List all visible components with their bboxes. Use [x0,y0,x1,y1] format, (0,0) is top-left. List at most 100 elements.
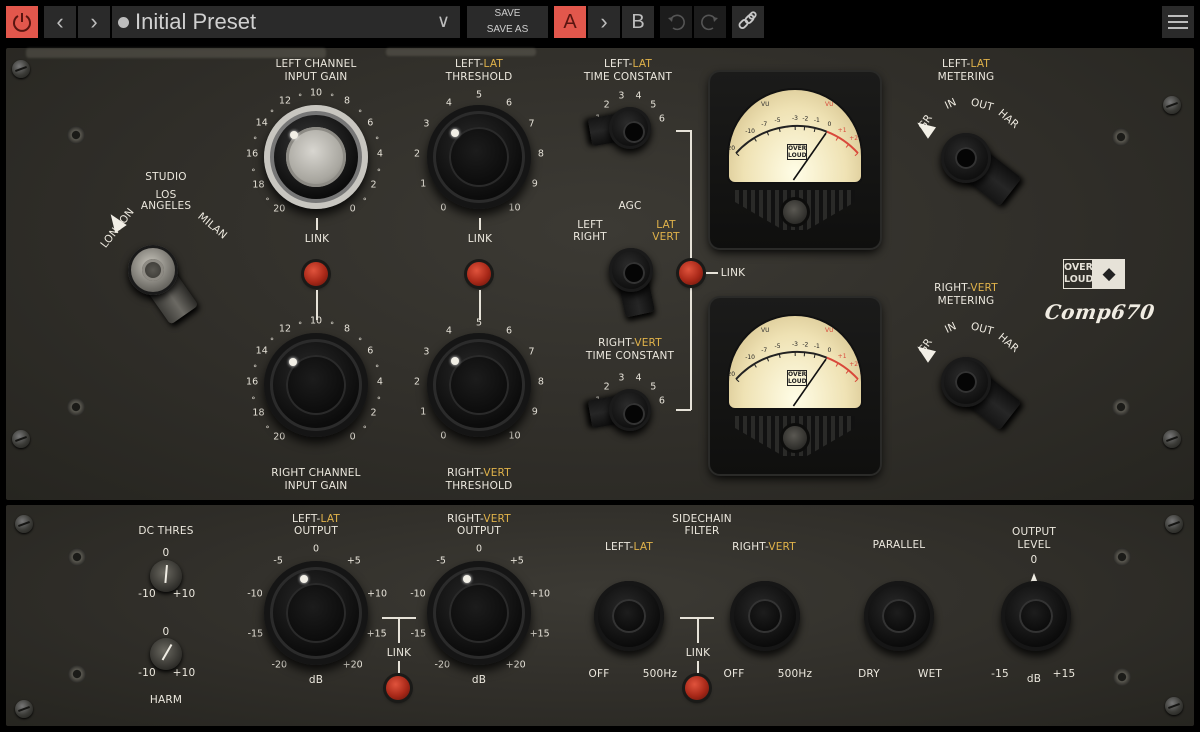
scale-tick-label: 4 [376,376,383,388]
knob-cap [882,599,916,633]
scale-tick-label: 7 [528,118,535,130]
scale-tick-label: 4 [635,90,642,102]
selector-hub [941,357,991,407]
power-button[interactable] [6,6,38,38]
ab-slot-a-button[interactable]: A [554,6,586,38]
studio-option-los-angeles-line2[interactable]: ANGELES [141,200,191,213]
hamburger-menu-icon [1168,15,1188,29]
agc-selector[interactable] [606,245,656,318]
scale-tick-label: 9 [531,178,538,190]
sidechain-left-knob[interactable] [594,581,664,651]
title-prefix: RIGHT- [934,282,971,294]
harm-min-label: -10 [138,667,156,679]
link-channels-button[interactable] [732,6,764,38]
vu-tick-mark [735,152,740,157]
left-output-knob[interactable] [264,561,368,665]
right-output-knob[interactable] [427,561,531,665]
redo-button[interactable] [694,6,726,38]
right-input-gain-knob[interactable] [264,333,368,437]
scale-tick-label: +20 [505,659,526,671]
output-link-label: LINK [386,647,412,659]
vu-tick-mark [753,137,757,142]
harm-trim-knob[interactable] [150,638,182,670]
main-menu-button[interactable] [1162,6,1194,38]
selector-hub [941,133,991,183]
meter-link-button[interactable] [679,261,703,285]
right-threshold-knob[interactable] [427,333,531,437]
left-time-constant-title: LEFT-LAT [604,58,652,71]
save-button[interactable]: SAVE [495,6,521,22]
panel-bolt [68,548,86,566]
studio-selector-knob[interactable] [104,210,199,325]
right-output-subtitle: OUTPUT [457,525,501,537]
right-metering-selector[interactable] [913,340,1022,431]
vu-tick-label: +3 [859,371,863,378]
scale-tick-label: +10 [530,588,551,600]
scale-dot: ∘ [362,194,368,204]
sidechain-link-button[interactable] [685,676,709,700]
output-level-subtitle: LEVEL [1017,539,1051,551]
next-preset-button[interactable]: › [78,6,110,38]
link-line [316,218,318,230]
vu-unit-label: VU [761,327,770,334]
scale-tick-label: 6 [506,97,513,109]
preset-selector[interactable]: Initial Preset ∨ [112,6,460,38]
scale-tick-label: 0 [312,543,320,555]
threshold-link-label: LINK [467,233,493,245]
input-gain-link-button[interactable] [304,262,328,286]
scale-dot: ∘ [376,165,382,175]
panel-screw [1165,697,1183,715]
scale-tick-label: 0 [440,202,447,214]
save-as-button[interactable]: SAVE AS [487,22,529,38]
threshold-link-button[interactable] [467,262,491,286]
left-metering-selector[interactable] [913,116,1022,207]
scale-tick-label: 6 [367,117,374,129]
scale-dot: ∘ [297,318,303,328]
right-output-unit: dB [471,674,487,686]
harm-max-label: +10 [172,667,196,679]
output-level-unit: dB [1026,673,1042,685]
selector-hub [609,389,651,431]
vu-tick-mark [766,357,770,362]
output-level-top-label: 0 [1030,554,1038,566]
parallel-knob[interactable] [864,581,934,651]
scale-tick-label: -10 [410,588,426,600]
ab-slot-b-button[interactable]: B [622,6,654,38]
scale-tick-label: 6 [367,345,374,357]
scale-tick-label: 8 [537,376,544,388]
ab-copy-button[interactable]: › [588,6,620,38]
left-vu-meter: -20-10-7-5-3-2-10+1+2+3VUVU OVERLOUD [710,72,880,248]
knob-pointer-dot [451,357,459,365]
scale-tick-label: 9 [531,406,538,418]
title-prefix: LEFT- [941,58,971,70]
agc-option-vert[interactable]: VERT [652,231,680,244]
preset-modified-dot [118,16,129,28]
ab-slot-a-label: A [563,10,577,33]
ab-slot-b-label: B [631,10,645,33]
right-time-constant-selector[interactable] [587,385,655,435]
brand-line: OVER [1064,262,1093,273]
previous-preset-button[interactable]: ‹ [44,6,76,38]
output-level-knob[interactable] [1001,581,1071,651]
vu-tick-mark [845,369,850,374]
vu-tick-mark [845,143,850,148]
scale-tick-label: 10 [508,202,521,214]
sidechain-right-title: RIGHT-VERT [732,541,796,554]
meter-link-bracket [676,130,691,132]
sidechain-right-knob[interactable] [730,581,800,651]
undo-button[interactable] [660,6,692,38]
left-time-constant-subtitle: TIME CONSTANT [583,71,673,83]
left-threshold-title: LEFT-LAT [455,58,503,71]
agc-option-right[interactable]: RIGHT [573,231,607,244]
left-time-constant-selector[interactable] [587,103,655,153]
title-accent: VERT [483,513,511,525]
scale-tick-label: 12 [278,95,292,107]
vu-tick-label: +2 [849,135,858,142]
vu-unit-label: VU [761,101,770,108]
knob-cap [286,583,346,643]
output-link-button[interactable] [386,676,410,700]
scale-tick-label: 4 [376,148,383,160]
left-input-gain-knob[interactable] [264,105,368,209]
chevron-left-icon: ‹ [56,9,64,34]
left-threshold-knob[interactable] [427,105,531,209]
